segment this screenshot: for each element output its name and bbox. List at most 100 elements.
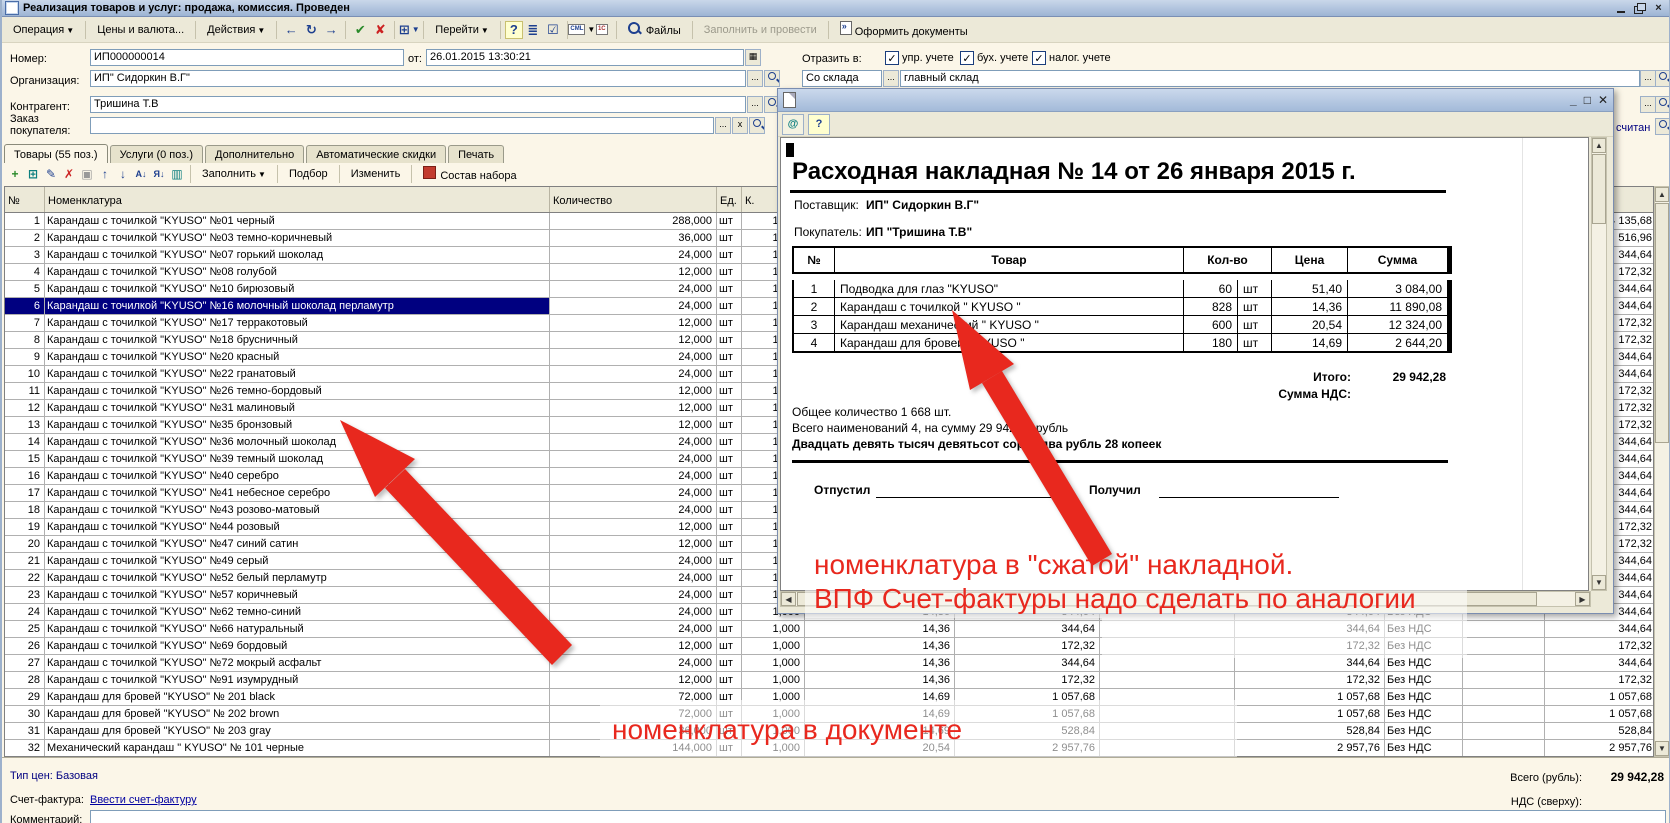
warehouse-select-icon[interactable]: ... bbox=[1640, 70, 1656, 87]
preview-minimize-button[interactable]: _ bbox=[1570, 93, 1577, 107]
move-down-icon[interactable]: ↓ bbox=[114, 165, 132, 182]
cell-vat-rate: Без НДС bbox=[1385, 740, 1463, 757]
cell-quantity: 24,000 bbox=[550, 468, 717, 485]
minimize-button[interactable] bbox=[1613, 2, 1628, 15]
inv-cell-qty: 60 bbox=[1184, 280, 1237, 297]
buyer-value: ИП "Тришина Т.В" bbox=[866, 225, 972, 239]
cell-total: 344,64 bbox=[1545, 655, 1654, 672]
make-documents-button[interactable]: Оформить документы bbox=[833, 17, 975, 42]
cell-unit: шт bbox=[717, 400, 742, 417]
contract-select-icon[interactable]: ... bbox=[1640, 96, 1656, 113]
order-select-icon[interactable]: ... bbox=[715, 117, 731, 134]
cell-vat-sum bbox=[1463, 655, 1545, 672]
tab[interactable]: Автоматические скидки bbox=[306, 145, 446, 163]
tab[interactable]: Дополнительно bbox=[205, 145, 304, 163]
warehouse-mode-select-icon[interactable]: ... bbox=[883, 70, 899, 87]
move-up-icon[interactable]: ↑ bbox=[96, 165, 114, 182]
inv-cell-number: 1 bbox=[794, 280, 834, 297]
1c-network-icon[interactable]: 1С bbox=[592, 20, 612, 40]
warehouse-open-icon[interactable] bbox=[1655, 70, 1670, 87]
operation-menu[interactable]: Операция▼ bbox=[6, 20, 81, 40]
help-icon[interactable]: ? bbox=[505, 21, 523, 39]
fill-and-post-button[interactable]: Заполнить и провести bbox=[697, 20, 824, 40]
sort-desc-icon[interactable]: Я↓ bbox=[150, 165, 168, 182]
tab[interactable]: Товары (55 поз.) bbox=[4, 144, 108, 163]
settlement-open-icon[interactable] bbox=[1655, 118, 1670, 135]
organization-open-icon[interactable] bbox=[764, 70, 780, 87]
cell-unit: шт bbox=[717, 587, 742, 604]
col-unit[interactable]: Ед. bbox=[717, 187, 742, 212]
preview-help-icon[interactable]: ? bbox=[808, 114, 830, 135]
cell-unit: шт bbox=[717, 621, 742, 638]
contract-open-icon[interactable] bbox=[1655, 96, 1670, 113]
cell-number: 18 bbox=[5, 502, 45, 519]
organization-field[interactable]: ИП" Сидоркин В.Г" bbox=[90, 70, 746, 87]
cell-quantity: 12,000 bbox=[550, 672, 717, 689]
structure-icon[interactable]: ≣ bbox=[523, 20, 543, 40]
delete-row-icon[interactable]: ✗ bbox=[60, 165, 78, 182]
preview-document: Расходная накладная № 14 от 26 января 20… bbox=[780, 137, 1589, 591]
table-row[interactable]: 28 Карандаш с точилкой "KYUSO" №91 изумр… bbox=[5, 672, 1653, 689]
sort-asc-icon[interactable]: A↓ bbox=[132, 165, 150, 182]
col-nomenclature[interactable]: Номенклатура bbox=[45, 187, 550, 212]
preview-scroll-up-icon[interactable]: ▲ bbox=[1592, 138, 1606, 153]
pick-button[interactable]: Подбор bbox=[282, 164, 335, 184]
contractor-select-icon[interactable]: ... bbox=[747, 96, 763, 113]
warehouse-field[interactable]: главный склад bbox=[900, 70, 1640, 87]
restore-button[interactable] bbox=[1632, 2, 1647, 15]
preview-scroll-down-icon[interactable]: ▼ bbox=[1592, 575, 1606, 590]
enter-invoice-link[interactable]: Ввести счет-фактуру bbox=[90, 794, 197, 806]
date-field[interactable]: 26.01.2015 13:30:21 bbox=[426, 49, 744, 66]
checkbox-tax-accounting[interactable]: ✓налог. учете bbox=[1032, 51, 1111, 65]
copy-row-icon[interactable]: ⊞ bbox=[24, 165, 42, 182]
close-button[interactable]: × bbox=[1651, 2, 1666, 15]
cell-nomenclature: Карандаш с точилкой "KYUSO" №26 темно-бо… bbox=[45, 383, 550, 400]
order-field[interactable] bbox=[90, 117, 714, 134]
unpost-document-icon[interactable]: ✘ bbox=[370, 20, 390, 40]
order-open-icon[interactable] bbox=[749, 117, 765, 134]
next-document-icon[interactable]: → bbox=[321, 20, 341, 40]
prev-document-icon[interactable]: ← bbox=[281, 20, 301, 40]
set-contents-button[interactable]: Состав набора bbox=[416, 162, 523, 186]
preview-vscroll-thumb[interactable] bbox=[1592, 154, 1606, 224]
order-clear-icon[interactable]: x bbox=[732, 117, 748, 134]
tab[interactable]: Услуги (0 поз.) bbox=[110, 145, 203, 163]
preview-scroll-right-icon[interactable]: ▶ bbox=[1575, 592, 1590, 606]
contractor-field[interactable]: Тришина Т.В bbox=[90, 96, 746, 113]
preview-maximize-button[interactable]: □ bbox=[1584, 93, 1591, 107]
col-number[interactable]: № bbox=[5, 187, 45, 212]
end-edit-icon[interactable]: ▣ bbox=[78, 165, 96, 182]
grid-scrollbar[interactable]: ▲ ▼ bbox=[1654, 186, 1670, 757]
checkbox-mgmt-accounting[interactable]: ✓упр. учете bbox=[885, 51, 954, 65]
mail-icon[interactable]: @ bbox=[782, 114, 804, 135]
calendar-icon[interactable]: ▦ bbox=[745, 49, 761, 66]
preview-vscrollbar[interactable]: ▲ ▼ bbox=[1591, 137, 1607, 591]
ruler-icon[interactable]: ▥ bbox=[168, 165, 186, 182]
post-document-icon[interactable]: ✔ bbox=[350, 20, 370, 40]
checkbox-accounting[interactable]: ✓бух. учете bbox=[960, 51, 1028, 65]
fill-menu[interactable]: Заполнить▼ bbox=[195, 164, 273, 184]
scroll-thumb[interactable] bbox=[1655, 203, 1669, 443]
change-button[interactable]: Изменить bbox=[344, 164, 408, 184]
settings-list-icon[interactable]: ☑ bbox=[543, 20, 563, 40]
number-field[interactable]: ИП000000014 bbox=[90, 49, 404, 66]
col-quantity[interactable]: Количество bbox=[550, 187, 717, 212]
organization-select-icon[interactable]: ... bbox=[747, 70, 763, 87]
add-row-icon[interactable]: + bbox=[6, 165, 24, 182]
tab[interactable]: Печать bbox=[448, 145, 504, 163]
actions-menu[interactable]: Действия▼ bbox=[200, 20, 272, 40]
edit-row-icon[interactable]: ✎ bbox=[42, 165, 60, 182]
scroll-up-icon[interactable]: ▲ bbox=[1655, 187, 1669, 202]
comment-field[interactable] bbox=[90, 810, 1666, 823]
files-button[interactable]: Файлы bbox=[621, 18, 688, 41]
cell-total: 528,84 bbox=[1545, 723, 1654, 740]
preview-scroll-left-icon[interactable]: ◀ bbox=[781, 592, 796, 606]
prices-currency-button[interactable]: Цены и валюта... bbox=[90, 20, 191, 40]
scroll-down-icon[interactable]: ▼ bbox=[1655, 741, 1669, 756]
warehouse-mode-field[interactable]: Со склада bbox=[802, 70, 882, 87]
refresh-icon[interactable]: ↻ bbox=[301, 20, 321, 40]
go-menu[interactable]: Перейти▼ bbox=[428, 20, 496, 40]
preview-close-button[interactable]: ✕ bbox=[1598, 93, 1608, 107]
copy-menu-icon[interactable]: ⊞▼ bbox=[399, 20, 419, 40]
xml-exchange-icon[interactable]: CML▼ bbox=[572, 20, 592, 40]
